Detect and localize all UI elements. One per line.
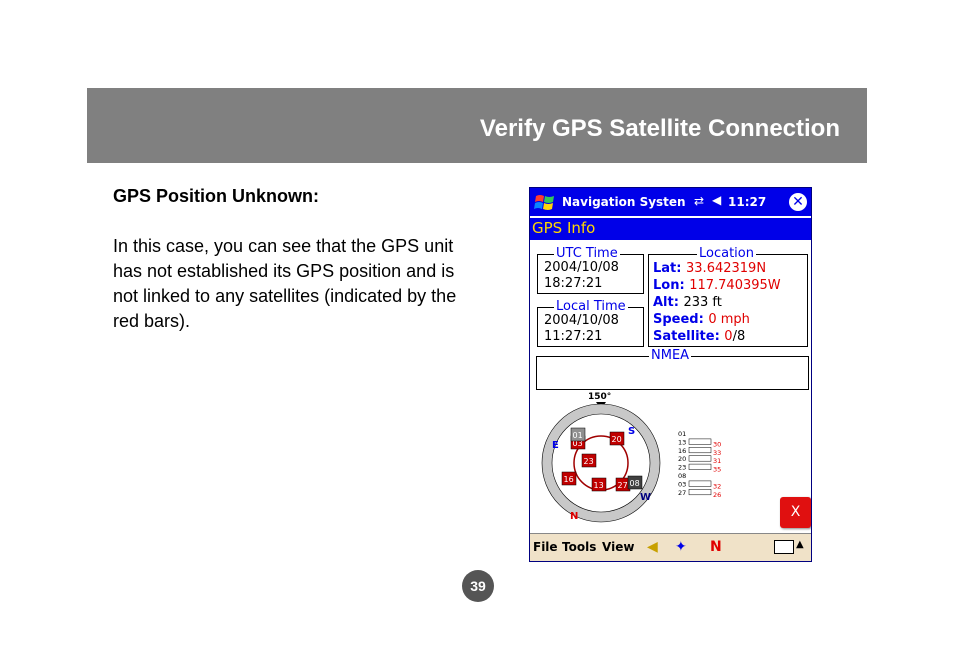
signal-value: 31 — [713, 457, 721, 465]
compass-w: W — [640, 492, 651, 503]
nmea-label: NMEA — [649, 348, 692, 363]
signal-sat-id: 01 — [678, 430, 686, 438]
longitude-value: 117.740395W — [689, 278, 781, 293]
signal-sat-id: 13 — [678, 438, 686, 446]
signal-bar — [688, 455, 712, 462]
compass-e: E — [552, 440, 559, 451]
satellite-total: /8 — [732, 329, 746, 344]
page-title: Verify GPS Satellite Connection — [479, 115, 840, 142]
signal-bar — [688, 489, 712, 496]
local-time-group: Local Time 2004/10/08 11:27:21 — [537, 299, 644, 347]
north-icon[interactable]: N — [710, 539, 722, 555]
longitude-row: Lon: 117.740395W — [653, 278, 781, 293]
signal-value: 32 — [713, 482, 721, 490]
keyboard-icon[interactable] — [774, 540, 794, 554]
satellite-used: 0 — [724, 329, 733, 344]
signal-sat-id: 20 — [678, 455, 686, 463]
altitude-row: Alt: 233 ft — [653, 295, 722, 310]
satellite-marker-label: 20 — [612, 435, 622, 444]
location-group: Location Lat: 33.642319N Lon: 117.740395… — [648, 246, 808, 347]
satellite-marker-label: 13 — [594, 481, 604, 490]
signal-bar — [688, 438, 712, 445]
signal-sat-id: 03 — [678, 480, 686, 488]
longitude-label: Lon: — [653, 278, 685, 293]
utc-time-label: UTC Time — [554, 246, 620, 261]
signal-bars: 0113 30 16 33 20 31 23 35 0803 32 27 26 — [678, 430, 721, 499]
location-label: Location — [697, 246, 756, 261]
utc-date: 2004/10/08 — [544, 260, 619, 275]
satellite-marker-label: 16 — [564, 475, 574, 484]
satellite-row: Satellite: 0/8 — [653, 329, 745, 344]
taskbar: Navigation Systen ⇄ ◀ 11:27 ✕ — [530, 188, 811, 216]
app-title: Navigation Systen — [562, 195, 686, 209]
signal-sat-id: 27 — [678, 489, 686, 497]
latitude-value: 33.642319N — [686, 261, 767, 276]
signal-value: 35 — [713, 466, 721, 474]
local-time: 11:27:21 — [544, 329, 603, 344]
screen-title-bar: GPS Info — [530, 218, 811, 240]
signal-sat-id: 08 — [678, 472, 686, 480]
satellite-marker-label: 27 — [618, 481, 628, 490]
connectivity-icon[interactable]: ⇄ — [694, 194, 704, 208]
heading-label: 150° — [588, 392, 611, 402]
speaker-icon[interactable]: ◀ — [647, 539, 658, 555]
signal-value: 30 — [713, 440, 721, 448]
signal-bar — [688, 447, 712, 454]
satellite-icon[interactable]: ✦ — [675, 539, 687, 555]
section-heading: GPS Position Unknown: — [113, 186, 319, 206]
compass-n: N — [570, 511, 578, 522]
page-number: 39 — [462, 570, 494, 602]
volume-icon[interactable]: ◀ — [712, 193, 721, 207]
signal-value: 26 — [713, 491, 721, 499]
pocket-pc-screen: Navigation Systen ⇄ ◀ 11:27 ✕ GPS Info U… — [529, 187, 812, 562]
nmea-box: NMEA — [536, 348, 809, 390]
altitude-value: 233 ft — [683, 295, 722, 310]
latitude-row: Lat: 33.642319N — [653, 261, 766, 276]
close-icon[interactable]: ✕ — [789, 193, 807, 211]
signal-bar — [688, 480, 712, 487]
signal-sat-id: 16 — [678, 447, 686, 455]
utc-time-group: UTC Time 2004/10/08 18:27:21 — [537, 246, 644, 294]
menu-file[interactable]: File — [533, 540, 558, 554]
speed-row: Speed: 0 mph — [653, 312, 750, 327]
header-band: Verify GPS Satellite Connection — [87, 88, 867, 163]
menu-view[interactable]: View — [602, 540, 634, 554]
utc-time: 18:27:21 — [544, 276, 603, 291]
speed-label: Speed: — [653, 312, 704, 327]
local-time-label: Local Time — [554, 299, 628, 314]
instruction-text: GPS Position Unknown: In this case, you … — [113, 184, 473, 334]
signal-sat-id: 23 — [678, 464, 686, 472]
satellite-label: Satellite: — [653, 329, 720, 344]
satellite-marker-label: 08 — [630, 479, 640, 488]
signal-value: 33 — [713, 449, 721, 457]
local-date: 2004/10/08 — [544, 313, 619, 328]
body-paragraph: In this case, you can see that the GPS u… — [113, 236, 457, 331]
compass-s: S — [628, 426, 635, 437]
menu-bar: File Tools View ◀ ✦ N ▲ — [530, 533, 811, 561]
clock[interactable]: 11:27 — [728, 195, 766, 209]
signal-bar — [688, 463, 712, 470]
windows-start-icon[interactable] — [534, 192, 556, 212]
screen-title: GPS Info — [532, 219, 596, 237]
exit-button[interactable]: X — [780, 497, 811, 528]
input-arrow-icon[interactable]: ▲ — [796, 539, 804, 550]
satellite-marker-label: 01 — [573, 431, 583, 440]
latitude-label: Lat: — [653, 261, 682, 276]
speed-value: 0 mph — [708, 312, 750, 327]
altitude-label: Alt: — [653, 295, 679, 310]
satellite-marker-label: 23 — [584, 457, 594, 466]
menu-tools[interactable]: Tools — [562, 540, 596, 554]
